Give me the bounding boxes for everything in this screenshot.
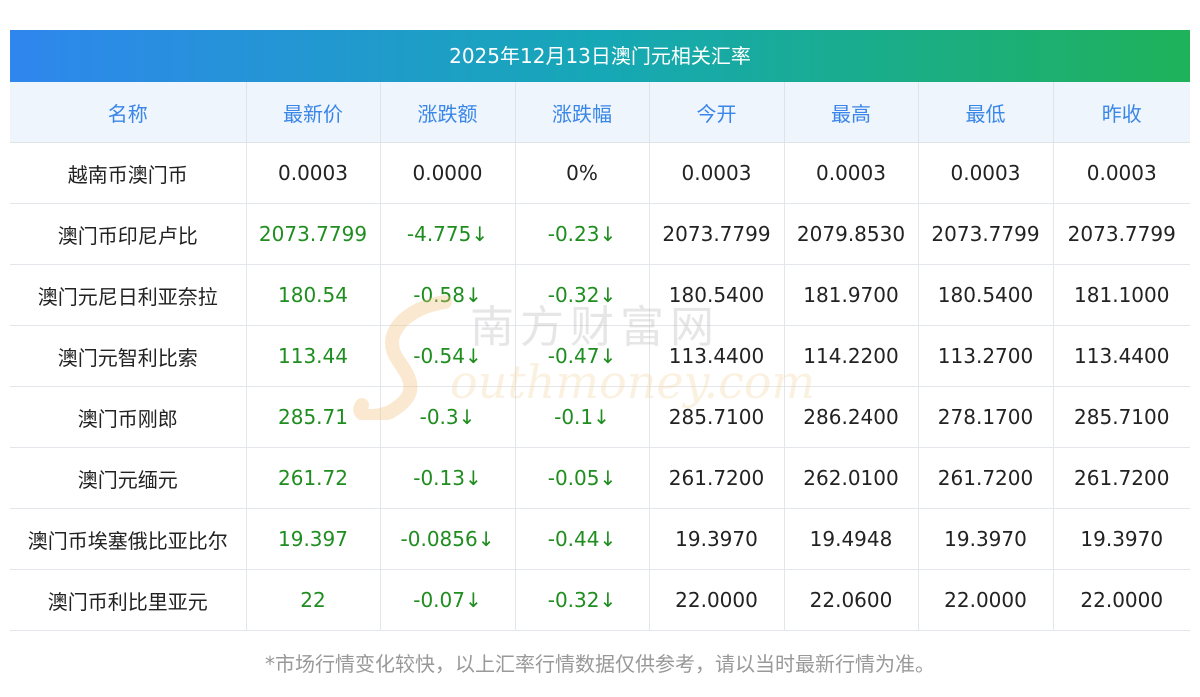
table-header-row: 名称 最新价 涨跌额 涨跌幅 今开 最高 最低 昨收 xyxy=(10,82,1190,143)
cell-high: 262.0100 xyxy=(784,447,919,509)
cell-open: 285.7100 xyxy=(649,386,785,448)
cell-change: -0.13↓ xyxy=(380,447,516,509)
cell-change-pct: -0.47↓ xyxy=(515,325,650,387)
cell-prev-close: 261.7200 xyxy=(1053,447,1190,509)
cell-prev-close: 19.3970 xyxy=(1053,508,1190,570)
table-row: 澳门币埃塞俄比亚比尔 19.397 -0.0856↓ -0.44↓ 19.397… xyxy=(10,508,1190,570)
cell-name: 澳门币刚郎 xyxy=(10,386,247,448)
table-row: 澳门币印尼卢比 2073.7799 -4.775↓ -0.23↓ 2073.77… xyxy=(10,203,1190,265)
cell-open: 180.5400 xyxy=(649,264,785,326)
cell-low: 261.7200 xyxy=(918,447,1054,509)
disclaimer-note: *市场行情变化较快，以上汇率行情数据仅供参考，请以当时最新行情为准。 xyxy=(265,652,935,676)
cell-name: 澳门币埃塞俄比亚比尔 xyxy=(10,508,247,570)
cell-prev-close: 0.0003 xyxy=(1053,142,1190,204)
cell-name: 澳门币利比里亚元 xyxy=(10,569,247,631)
cell-latest: 22 xyxy=(246,569,381,631)
cell-low: 2073.7799 xyxy=(918,203,1054,265)
cell-latest: 2073.7799 xyxy=(246,203,381,265)
table-row: 澳门元尼日利亚奈拉 180.54 -0.58↓ -0.32↓ 180.5400 … xyxy=(10,264,1190,326)
cell-open: 113.4400 xyxy=(649,325,785,387)
cell-low: 0.0003 xyxy=(918,142,1054,204)
cell-open: 0.0003 xyxy=(649,142,785,204)
cell-change: 0.0000 xyxy=(380,142,516,204)
cell-open: 19.3970 xyxy=(649,508,785,570)
cell-prev-close: 113.4400 xyxy=(1053,325,1190,387)
table-row: 澳门币刚郎 285.71 -0.3↓ -0.1↓ 285.7100 286.24… xyxy=(10,386,1190,448)
table-row: 越南币澳门币 0.0003 0.0000 0% 0.0003 0.0003 0.… xyxy=(10,142,1190,204)
cell-change: -0.07↓ xyxy=(380,569,516,631)
header-name: 名称 xyxy=(10,82,247,143)
table-row: 澳门元缅元 261.72 -0.13↓ -0.05↓ 261.7200 262.… xyxy=(10,447,1190,509)
cell-name: 澳门元智利比索 xyxy=(10,325,247,387)
cell-change-pct: -0.32↓ xyxy=(515,569,650,631)
cell-prev-close: 285.7100 xyxy=(1053,386,1190,448)
header-change: 涨跌额 xyxy=(380,82,516,143)
cell-change: -4.775↓ xyxy=(380,203,516,265)
header-open: 今开 xyxy=(649,82,785,143)
cell-latest: 261.72 xyxy=(246,447,381,509)
table-row: 澳门币利比里亚元 22 -0.07↓ -0.32↓ 22.0000 22.060… xyxy=(10,569,1190,631)
cell-change: -0.3↓ xyxy=(380,386,516,448)
cell-prev-close: 2073.7799 xyxy=(1053,203,1190,265)
cell-low: 180.5400 xyxy=(918,264,1054,326)
cell-high: 181.9700 xyxy=(784,264,919,326)
cell-name: 澳门元缅元 xyxy=(10,447,247,509)
cell-low: 113.2700 xyxy=(918,325,1054,387)
cell-high: 19.4948 xyxy=(784,508,919,570)
cell-high: 286.2400 xyxy=(784,386,919,448)
header-change-pct: 涨跌幅 xyxy=(515,82,650,143)
cell-open: 261.7200 xyxy=(649,447,785,509)
header-prev-close: 昨收 xyxy=(1053,82,1190,143)
exchange-rate-table: 名称 最新价 涨跌额 涨跌幅 今开 最高 最低 昨收 越南币澳门币 0.0003… xyxy=(10,82,1190,631)
cell-change-pct: -0.05↓ xyxy=(515,447,650,509)
cell-open: 2073.7799 xyxy=(649,203,785,265)
cell-low: 22.0000 xyxy=(918,569,1054,631)
cell-latest: 285.71 xyxy=(246,386,381,448)
cell-name: 澳门元尼日利亚奈拉 xyxy=(10,264,247,326)
cell-high: 22.0600 xyxy=(784,569,919,631)
cell-prev-close: 181.1000 xyxy=(1053,264,1190,326)
cell-change: -0.0856↓ xyxy=(380,508,516,570)
cell-change: -0.54↓ xyxy=(380,325,516,387)
cell-low: 19.3970 xyxy=(918,508,1054,570)
cell-name: 越南币澳门币 xyxy=(10,142,247,204)
cell-low: 278.1700 xyxy=(918,386,1054,448)
cell-high: 2079.8530 xyxy=(784,203,919,265)
cell-change-pct: -0.32↓ xyxy=(515,264,650,326)
cell-latest: 113.44 xyxy=(246,325,381,387)
header-low: 最低 xyxy=(918,82,1054,143)
header-latest: 最新价 xyxy=(246,82,381,143)
cell-prev-close: 22.0000 xyxy=(1053,569,1190,631)
cell-change-pct: -0.1↓ xyxy=(515,386,650,448)
cell-change-pct: -0.23↓ xyxy=(515,203,650,265)
cell-change-pct: 0% xyxy=(515,142,650,204)
cell-latest: 180.54 xyxy=(246,264,381,326)
cell-high: 114.2200 xyxy=(784,325,919,387)
table-row: 澳门元智利比索 113.44 -0.54↓ -0.47↓ 113.4400 11… xyxy=(10,325,1190,387)
page-title: 2025年12月13日澳门元相关汇率 xyxy=(10,30,1190,82)
cell-change-pct: -0.44↓ xyxy=(515,508,650,570)
cell-open: 22.0000 xyxy=(649,569,785,631)
cell-name: 澳门币印尼卢比 xyxy=(10,203,247,265)
cell-latest: 19.397 xyxy=(246,508,381,570)
cell-change: -0.58↓ xyxy=(380,264,516,326)
cell-high: 0.0003 xyxy=(784,142,919,204)
header-high: 最高 xyxy=(784,82,919,143)
cell-latest: 0.0003 xyxy=(246,142,381,204)
